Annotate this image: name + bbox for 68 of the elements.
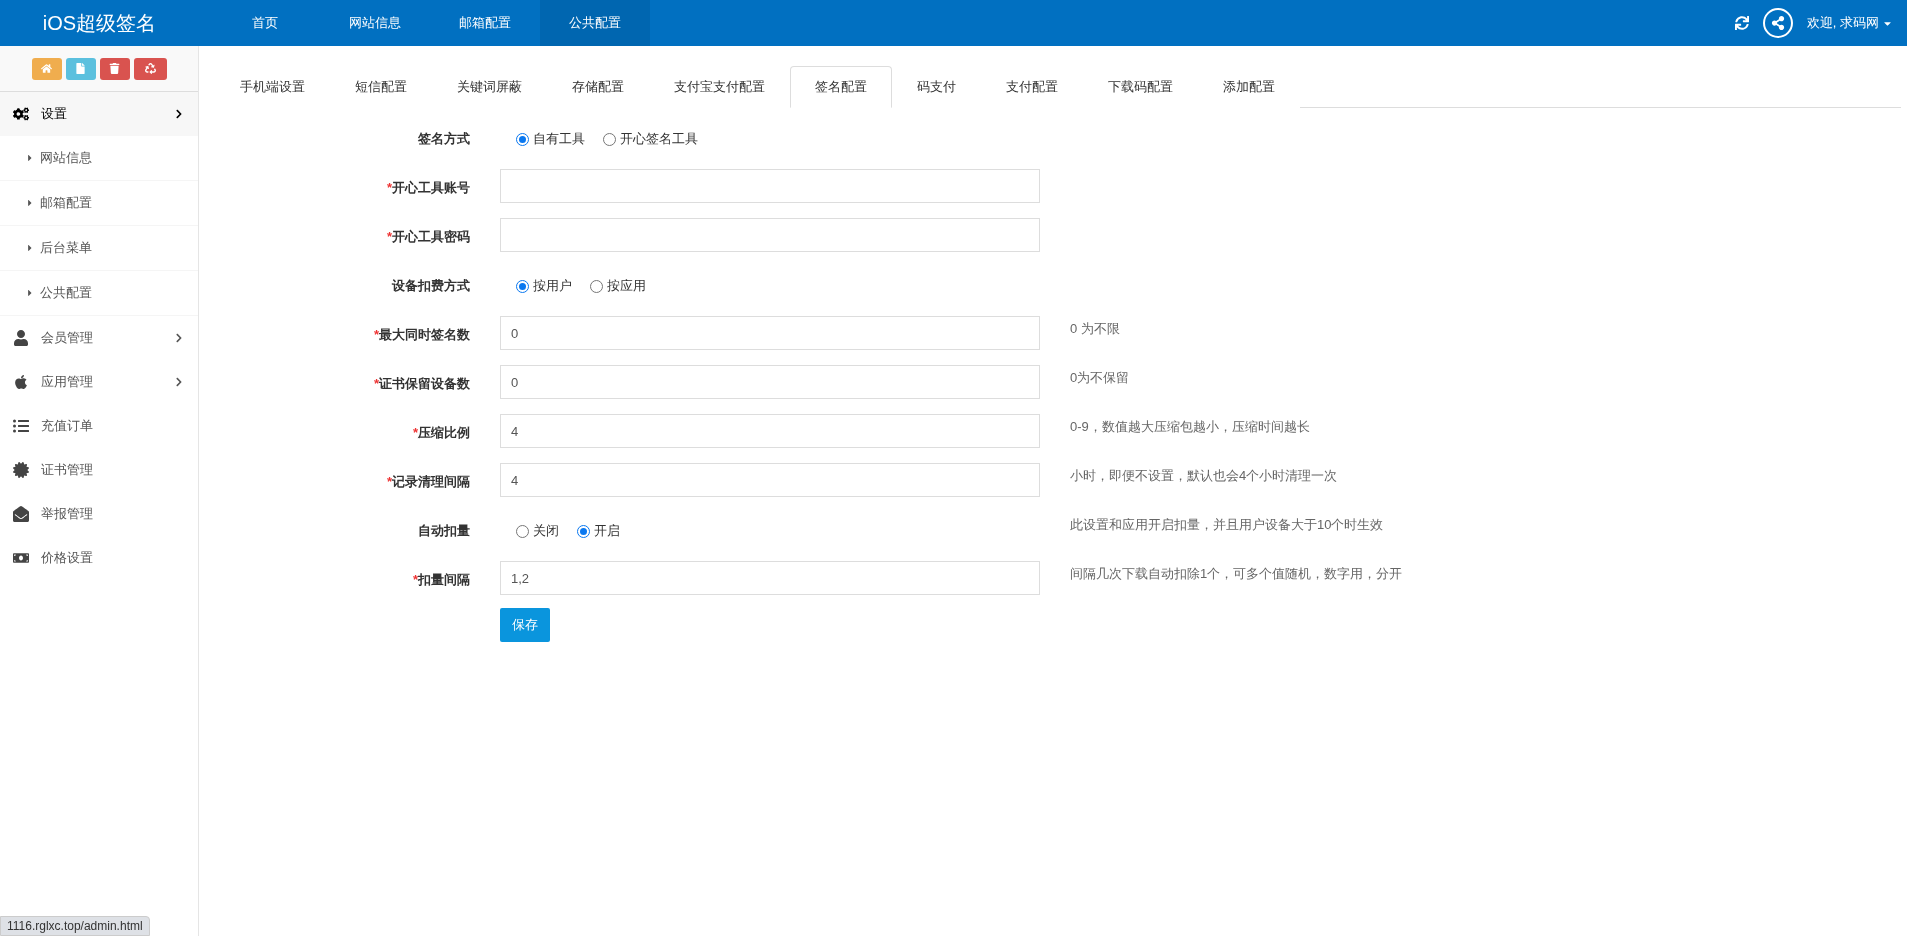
- nav-item[interactable]: 邮箱配置: [430, 0, 540, 46]
- menu-label: 充值订单: [41, 417, 94, 435]
- field-hint: 间隔几次下载自动扣除1个，可多个值随机，数字用，分开: [1070, 565, 1404, 583]
- document-icon: [75, 63, 86, 74]
- nav-item[interactable]: 首页: [210, 0, 320, 46]
- field-hint: 小时，即便不设置，默认也会4个小时清理一次: [1070, 467, 1339, 485]
- chevron-icon: [174, 109, 184, 119]
- submenu-item[interactable]: 后台菜单: [0, 226, 198, 271]
- input-field[interactable]: [500, 218, 1040, 252]
- submenu-item[interactable]: 邮箱配置: [0, 181, 198, 226]
- radio-option[interactable]: 关闭: [516, 522, 559, 540]
- field-hint: 0 为不限: [1070, 320, 1121, 338]
- radio-option[interactable]: 按应用: [590, 277, 646, 295]
- field-label: 自动扣量: [417, 522, 470, 540]
- menu-label: 应用管理: [41, 373, 94, 391]
- trash-button[interactable]: [99, 57, 130, 80]
- field-label: *开心工具账号: [385, 179, 470, 197]
- field-label: *压缩比例: [411, 424, 470, 442]
- gears-icon: [13, 106, 29, 122]
- menu-label: 会员管理: [41, 329, 94, 347]
- avatar-icon[interactable]: [1762, 8, 1793, 38]
- trash-icon: [109, 63, 120, 74]
- refresh-icon[interactable]: [1734, 16, 1749, 30]
- tab[interactable]: 签名配置: [790, 66, 892, 108]
- field-hint: 0为不保留: [1070, 369, 1131, 387]
- menu-label: 价格设置: [41, 549, 94, 567]
- input-field[interactable]: 1,2: [500, 561, 1040, 595]
- chevron-icon: [174, 333, 184, 343]
- home-button[interactable]: [31, 57, 62, 80]
- user-icon: [13, 330, 29, 346]
- field-hint: 0-9，数值越大压缩包越小，压缩时间越长: [1070, 418, 1311, 436]
- input-field[interactable]: 0: [500, 365, 1040, 399]
- submenu-item[interactable]: 网站信息: [0, 136, 198, 181]
- recycle-icon: [144, 63, 156, 74]
- badge-icon: [13, 462, 29, 478]
- user-menu[interactable]: 欢迎, 求码网: [1806, 14, 1893, 32]
- field-label: *最大同时签名数: [372, 326, 470, 344]
- field-label: *扣量间隔: [411, 571, 470, 589]
- nav-item[interactable]: 公共配置: [540, 0, 650, 46]
- radio-option[interactable]: 自有工具: [516, 130, 585, 148]
- envelope-icon: [13, 506, 29, 522]
- field-label: *开心工具密码: [385, 228, 470, 246]
- input-field[interactable]: 4: [500, 463, 1040, 497]
- menu-label: 举报管理: [41, 505, 94, 523]
- recycle-button[interactable]: [133, 57, 167, 80]
- home-icon: [41, 63, 52, 74]
- input-field[interactable]: [500, 169, 1040, 203]
- field-label: *记录清理间隔: [385, 473, 470, 491]
- status-url: 1116.rglxc.top/admin.html: [0, 916, 150, 936]
- list-icon: [13, 418, 29, 434]
- menu-label: 设置: [41, 105, 68, 123]
- radio-option[interactable]: 开心签名工具: [603, 130, 698, 148]
- field-label: *证书保留设备数: [372, 375, 470, 393]
- field-label: 设备扣费方式: [391, 277, 470, 295]
- field-hint: 此设置和应用开启扣量，并且用户设备大于10个时生效: [1070, 516, 1385, 534]
- field-label: 签名方式: [417, 130, 470, 148]
- banknote-icon: [13, 550, 29, 566]
- radio-option[interactable]: 开启: [577, 522, 620, 540]
- brand-title: iOS超级签名: [41, 10, 158, 36]
- apple-icon: [13, 374, 29, 390]
- input-field[interactable]: 4: [500, 414, 1040, 448]
- menu-label: 证书管理: [41, 461, 94, 479]
- chevron-icon: [174, 377, 184, 387]
- radio-option[interactable]: 按用户: [516, 277, 572, 295]
- menu-item[interactable]: 设置: [0, 92, 198, 136]
- document-button[interactable]: [65, 57, 96, 80]
- input-field[interactable]: 0: [500, 316, 1040, 350]
- nav-item[interactable]: 网站信息: [320, 0, 430, 46]
